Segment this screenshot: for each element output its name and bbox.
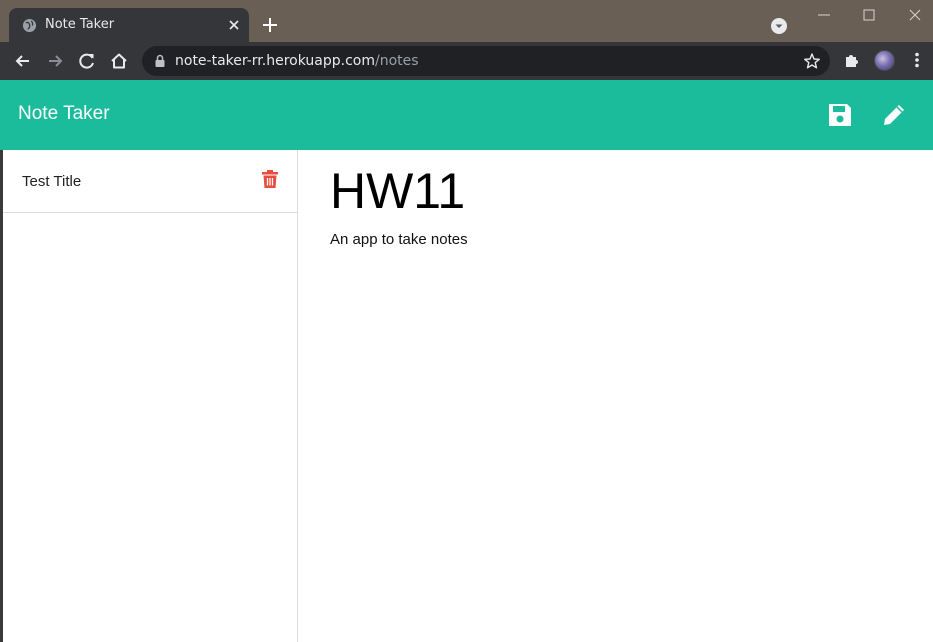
close-icon[interactable] — [226, 17, 242, 33]
tab-title: Note Taker — [45, 17, 115, 32]
profile-avatar[interactable] — [874, 50, 895, 71]
back-arrow-icon[interactable] — [13, 51, 33, 71]
address-bar[interactable]: note-taker-rr.herokuapp.com/notes — [142, 46, 830, 76]
note-list: Test Title — [0, 150, 298, 642]
browser-toolbar: note-taker-rr.herokuapp.com/notes — [0, 42, 933, 80]
url-text: note-taker-rr.herokuapp.com/notes — [175, 53, 419, 69]
window-close-icon[interactable] — [906, 6, 924, 24]
star-icon[interactable] — [803, 52, 821, 70]
trash-icon[interactable] — [261, 169, 279, 189]
note-editor: HW11 An app to take notes — [298, 150, 933, 642]
title-bar: Note Taker — [0, 0, 933, 42]
home-icon[interactable] — [109, 51, 129, 71]
kebab-menu-icon[interactable] — [908, 51, 926, 69]
globe-icon — [22, 18, 37, 33]
browser-window: Note Taker note-taker-rr.herokuapp.com/n… — [0, 0, 933, 642]
save-icon[interactable] — [826, 101, 854, 129]
maximize-icon[interactable] — [860, 6, 878, 24]
plus-icon[interactable] — [261, 16, 279, 34]
tab-search-icon[interactable] — [770, 17, 788, 35]
pencil-icon[interactable] — [880, 101, 908, 129]
puzzle-icon[interactable] — [843, 51, 861, 69]
url-host: note-taker-rr.herokuapp.com — [175, 53, 375, 69]
reload-icon[interactable] — [77, 51, 97, 71]
url-path: /notes — [374, 53, 419, 69]
browser-tab[interactable]: Note Taker — [9, 8, 249, 42]
lock-icon[interactable] — [154, 54, 166, 68]
app-navbar: Note Taker — [0, 80, 933, 150]
forward-arrow-icon[interactable] — [45, 51, 65, 71]
note-text-area[interactable]: An app to take notes — [330, 231, 468, 248]
note-list-title: Test Title — [22, 173, 82, 190]
minimize-icon[interactable] — [815, 6, 833, 24]
app-brand[interactable]: Note Taker — [18, 103, 110, 125]
note-title-input[interactable]: HW11 — [330, 162, 465, 220]
list-item[interactable]: Test Title — [3, 150, 297, 213]
